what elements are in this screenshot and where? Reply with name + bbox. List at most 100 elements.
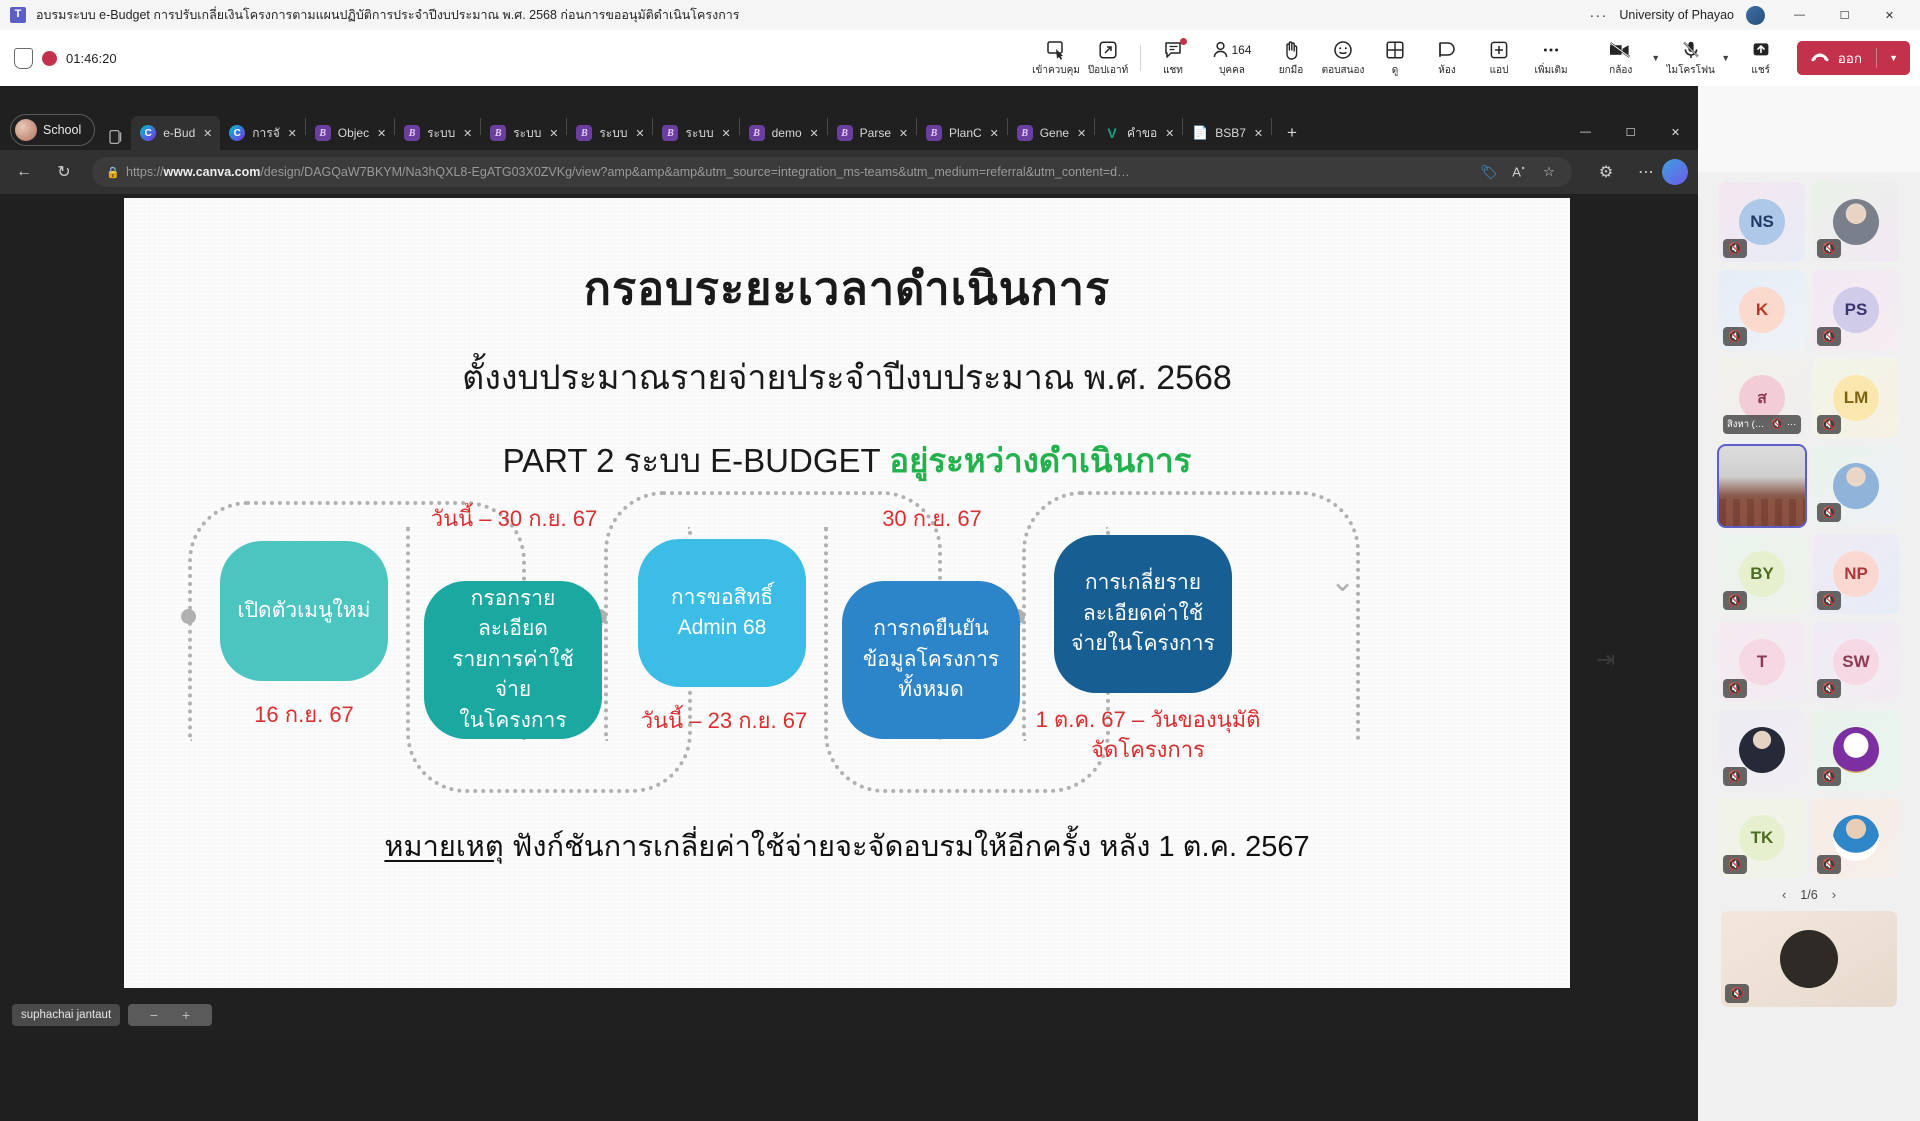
title-overflow-icon[interactable]: ··· bbox=[1589, 7, 1607, 24]
participant-tile[interactable]: PS 🔇 bbox=[1813, 270, 1899, 350]
participant-tile[interactable]: 🔇 bbox=[1813, 446, 1899, 526]
record-dot-icon[interactable] bbox=[42, 50, 57, 66]
canva-next-slide-icon[interactable]: ⇥ bbox=[1596, 646, 1615, 673]
copilot-icon[interactable] bbox=[1662, 159, 1688, 185]
participant-tile[interactable]: BY 🔇 bbox=[1719, 534, 1805, 614]
browser-more-icon[interactable]: ⋯ bbox=[1630, 156, 1662, 188]
participant-tile[interactable]: NS 🔇 bbox=[1719, 182, 1805, 262]
close-tab-icon[interactable]: ✕ bbox=[459, 125, 476, 142]
tab-title: demo bbox=[771, 126, 802, 140]
active-speaker-tile[interactable]: 🔇 bbox=[1721, 911, 1897, 1007]
browser-tab[interactable]: B ระบบ ✕ bbox=[395, 116, 480, 150]
maximize-button[interactable]: ☐ bbox=[1822, 0, 1867, 30]
pop-out-button[interactable]: ป๊อปเอาท์ bbox=[1082, 32, 1134, 84]
participant-tile-selected[interactable] bbox=[1717, 444, 1807, 528]
mic-off-icon: 🔇 bbox=[1723, 767, 1747, 786]
leave-chevron-down-icon[interactable]: ▼ bbox=[1877, 53, 1910, 63]
settings-icon[interactable]: ⚙ bbox=[1590, 156, 1622, 188]
browser-tab[interactable]: B Parse ✕ bbox=[828, 116, 916, 150]
microphone-button[interactable]: ไมโครโฟน bbox=[1665, 32, 1717, 84]
minimize-button[interactable]: — bbox=[1777, 0, 1822, 30]
react-button[interactable]: ตอบสนอง bbox=[1317, 32, 1369, 84]
browser-tab[interactable]: B PlanC ✕ bbox=[917, 116, 1007, 150]
close-tab-icon[interactable]: ✕ bbox=[1250, 125, 1267, 142]
back-button[interactable]: ← bbox=[8, 156, 40, 188]
browser-tab[interactable]: B ระบบ ✕ bbox=[481, 116, 566, 150]
close-tab-icon[interactable]: ✕ bbox=[373, 125, 390, 142]
browser-tab[interactable]: C การจั ✕ bbox=[220, 116, 304, 150]
chat-button[interactable]: แชท bbox=[1147, 32, 1199, 84]
zoom-out-button[interactable]: − bbox=[150, 1007, 158, 1023]
zoom-controls[interactable]: − + bbox=[128, 1004, 212, 1026]
taskbar-user-pill[interactable]: suphachai jantaut bbox=[12, 1004, 121, 1026]
participant-tile[interactable]: SW 🔇 bbox=[1813, 622, 1899, 702]
browser-tab[interactable]: V คำขอ ✕ bbox=[1095, 116, 1182, 150]
view-button[interactable]: ดู bbox=[1369, 32, 1421, 84]
browser-tab[interactable]: B ระบบ ✕ bbox=[653, 116, 738, 150]
participant-tile[interactable]: NP 🔇 bbox=[1813, 534, 1899, 614]
browser-tab[interactable]: B demo ✕ bbox=[740, 116, 827, 150]
close-tab-icon[interactable]: ✕ bbox=[284, 125, 301, 142]
participant-tile[interactable]: TK 🔇 bbox=[1719, 798, 1805, 878]
reload-button[interactable]: ↻ bbox=[48, 156, 80, 188]
close-tab-icon[interactable]: ✕ bbox=[545, 125, 562, 142]
timeline-node[interactable]: เปิดตัวเมนูใหม่ bbox=[220, 541, 388, 681]
browser-tab[interactable]: B Gene ✕ bbox=[1008, 116, 1094, 150]
participant-tile[interactable]: T 🔇 bbox=[1719, 622, 1805, 702]
participant-tile[interactable]: ส สิงหา (ไ… 🔇 ··· bbox=[1719, 358, 1805, 438]
tab-collections-icon[interactable] bbox=[107, 128, 125, 146]
apps-button[interactable]: แอป bbox=[1473, 32, 1525, 84]
browser-tab[interactable]: B ระบบ ✕ bbox=[567, 116, 652, 150]
close-tab-icon[interactable]: ✕ bbox=[986, 125, 1003, 142]
raise-hand-icon bbox=[1282, 39, 1301, 61]
browser-close-button[interactable]: ✕ bbox=[1653, 114, 1698, 150]
microphone-chevron-down-icon[interactable]: ▼ bbox=[1717, 32, 1735, 84]
new-tab-button[interactable]: + bbox=[1278, 119, 1306, 147]
close-tab-icon[interactable]: ✕ bbox=[1161, 125, 1178, 142]
prev-page-icon[interactable]: ‹ bbox=[1782, 887, 1786, 902]
timeline-node[interactable]: การกดยืนยัน ข้อมูลโครงการ ทั้งหมด bbox=[842, 581, 1020, 739]
browser-profile-button[interactable]: School bbox=[10, 114, 96, 146]
timeline-node[interactable]: กรอกรายละเอียด รายการค่าใช้จ่าย ในโครงกา… bbox=[424, 581, 602, 739]
participant-tile[interactable]: 🔇 bbox=[1813, 182, 1899, 262]
address-bar[interactable]: 🔒 https://www.canva.com/design/DAGQaW7BK… bbox=[92, 157, 1572, 187]
browser-maximize-button[interactable]: ☐ bbox=[1608, 114, 1653, 150]
participant-tile[interactable]: 🔇 bbox=[1719, 710, 1805, 790]
close-tab-icon[interactable]: ✕ bbox=[718, 125, 735, 142]
people-button[interactable]: 164 บุคคล bbox=[1199, 32, 1265, 84]
browser-tab[interactable]: B Objec ✕ bbox=[306, 116, 394, 150]
browser-minimize-button[interactable]: — bbox=[1563, 114, 1608, 150]
purple-favicon-icon: B bbox=[748, 125, 765, 141]
mic-off-icon: 🔇 bbox=[1723, 679, 1747, 698]
user-avatar[interactable] bbox=[1746, 5, 1765, 25]
read-aloud-icon[interactable]: A‣ bbox=[1504, 164, 1534, 179]
favorite-icon[interactable]: ☆ bbox=[1534, 164, 1564, 180]
next-page-icon[interactable]: › bbox=[1832, 887, 1836, 902]
close-button[interactable]: ✕ bbox=[1867, 0, 1912, 30]
leave-meeting-button[interactable]: ออก ▼ bbox=[1796, 41, 1910, 75]
rooms-button[interactable]: ห้อง bbox=[1421, 32, 1473, 84]
share-button[interactable]: แชร์ bbox=[1735, 32, 1787, 84]
timeline-node[interactable]: การเกลี่ยราย ละเอียดค่าใช้ จ่ายในโครงการ bbox=[1054, 535, 1232, 693]
camera-button[interactable]: กล้อง bbox=[1595, 32, 1647, 84]
participant-more-icon[interactable]: ··· bbox=[1787, 419, 1797, 430]
browser-tab[interactable]: C e-Bud ✕ bbox=[131, 116, 221, 150]
take-control-button[interactable]: เข้าควบคุม bbox=[1030, 32, 1082, 84]
close-tab-icon[interactable]: ✕ bbox=[1073, 125, 1090, 142]
close-tab-icon[interactable]: ✕ bbox=[199, 125, 216, 142]
zoom-in-button[interactable]: + bbox=[182, 1007, 190, 1023]
avatar: NP bbox=[1833, 551, 1879, 597]
browser-tab[interactable]: 📄 BSB7 ✕ bbox=[1183, 116, 1271, 150]
participant-tile[interactable]: K 🔇 bbox=[1719, 270, 1805, 350]
close-tab-icon[interactable]: ✕ bbox=[631, 125, 648, 142]
close-tab-icon[interactable]: ✕ bbox=[895, 125, 912, 142]
camera-chevron-down-icon[interactable]: ▼ bbox=[1647, 32, 1665, 84]
close-tab-icon[interactable]: ✕ bbox=[806, 125, 823, 142]
participant-tile[interactable]: LM 🔇 bbox=[1813, 358, 1899, 438]
participant-tile[interactable]: 🔇 bbox=[1813, 710, 1899, 790]
participant-tile[interactable]: 🔇 bbox=[1813, 798, 1899, 878]
raise-hand-button[interactable]: ยกมือ bbox=[1265, 32, 1317, 84]
timeline-node[interactable]: การขอสิทธิ์ Admin 68 bbox=[638, 539, 806, 687]
tag-icon[interactable]: 🏷 bbox=[1474, 164, 1504, 181]
more-button[interactable]: เพิ่มเติม bbox=[1525, 32, 1577, 84]
